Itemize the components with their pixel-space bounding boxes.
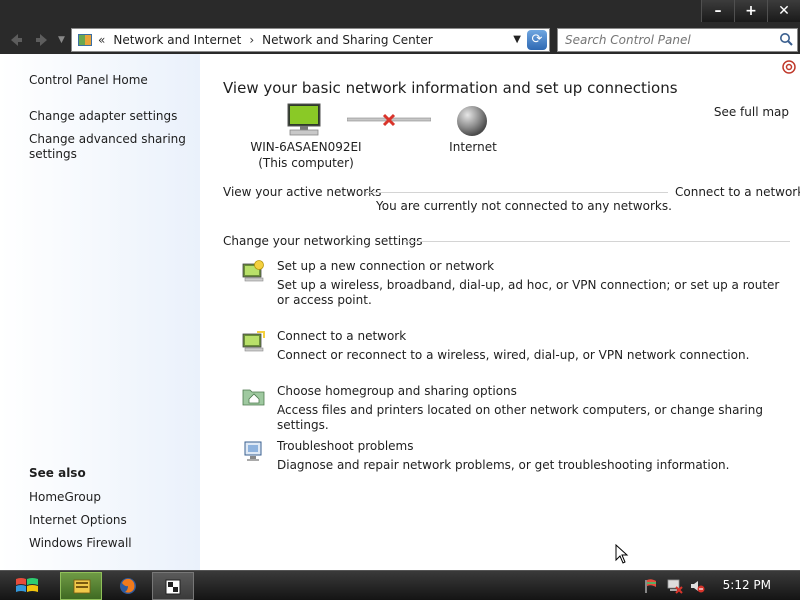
help-icon[interactable]: [782, 60, 796, 74]
forward-arrow-icon[interactable]: [32, 29, 54, 51]
new-connection-icon: [242, 260, 264, 282]
control-panel-icon: [165, 579, 181, 595]
computer-name: WIN-6ASAEN092EI: [250, 140, 362, 154]
address-bar[interactable]: « Network and Internet › Network and Sha…: [71, 28, 550, 52]
connect-network-icon: [242, 331, 265, 352]
mouse-cursor-icon: [615, 544, 629, 564]
taskbar-clock[interactable]: 5:12 PM: [723, 578, 771, 592]
network-disconnected-icon[interactable]: [667, 578, 683, 594]
address-dropdown-icon[interactable]: ▼: [513, 29, 521, 51]
breadcrumb-network-internet[interactable]: Network and Internet: [107, 33, 247, 47]
task-title-link[interactable]: Choose homegroup and sharing options: [277, 384, 517, 398]
see-also-heading: See also: [29, 466, 86, 480]
breadcrumb-overflow[interactable]: «: [92, 33, 107, 47]
minimize-button[interactable]: –: [701, 0, 734, 22]
task-description: Diagnose and repair network problems, or…: [277, 458, 730, 472]
homegroup-icon: [242, 389, 265, 406]
action-center-flag-icon[interactable]: [643, 578, 659, 594]
windows-start-icon[interactable]: [14, 574, 40, 598]
disconnect-x-icon: [382, 113, 396, 127]
main-content: View your basic network information and …: [200, 54, 800, 570]
explorer-folder-icon: [73, 579, 91, 594]
windows-firewall-link[interactable]: Windows Firewall: [29, 536, 194, 551]
volume-muted-icon[interactable]: [689, 578, 705, 594]
task-title-link[interactable]: Troubleshoot problems: [277, 439, 413, 453]
search-input[interactable]: [558, 29, 768, 51]
task-title-link[interactable]: Set up a new connection or network: [277, 259, 494, 273]
taskbar: 5:12 PM: [0, 570, 800, 600]
task-title-link[interactable]: Connect to a network: [277, 329, 406, 343]
change-adapter-settings-link[interactable]: Change adapter settings: [29, 109, 194, 124]
divider: [404, 241, 790, 242]
refresh-icon[interactable]: ⟳: [527, 30, 547, 50]
networking-settings-heading: Change your networking settings: [223, 234, 423, 248]
recent-pages-dropdown[interactable]: ▼: [58, 30, 65, 50]
change-advanced-sharing-link[interactable]: Change advanced sharing settings: [29, 132, 194, 162]
task-description: Connect or reconnect to a wireless, wire…: [277, 348, 750, 362]
divider: [366, 192, 668, 193]
computer-caption: (This computer): [258, 156, 354, 170]
search-icon[interactable]: [779, 32, 793, 46]
taskbar-explorer-button[interactable]: [60, 572, 102, 600]
search-box[interactable]: [557, 28, 798, 52]
window-titlebar: – + ✕: [0, 0, 800, 26]
internet-options-link[interactable]: Internet Options: [29, 513, 194, 528]
breadcrumb-network-sharing-center[interactable]: Network and Sharing Center: [256, 33, 439, 47]
active-networks-heading: View your active networks: [223, 185, 382, 199]
left-pane: Control Panel Home Change adapter settin…: [0, 54, 200, 570]
breadcrumb-separator[interactable]: ›: [247, 33, 256, 47]
troubleshoot-icon: [244, 441, 262, 461]
maximize-button[interactable]: +: [734, 0, 767, 22]
not-connected-status: You are currently not connected to any n…: [376, 199, 672, 213]
window-controls: – + ✕: [701, 0, 800, 22]
page-title: View your basic network information and …: [223, 79, 678, 97]
firefox-icon: [120, 578, 136, 594]
computer-icon[interactable]: [286, 103, 322, 137]
internet-globe-icon[interactable]: [456, 105, 488, 137]
task-description: Access files and printers located on oth…: [277, 403, 763, 432]
computer-label: WIN-6ASAEN092EI (This computer): [240, 139, 372, 171]
task-description: Set up a wireless, broadband, dial-up, a…: [277, 278, 780, 307]
internet-label: Internet: [449, 140, 497, 154]
taskbar-firefox-button[interactable]: [106, 572, 148, 600]
connect-to-network-link[interactable]: Connect to a network: [675, 185, 800, 199]
taskbar-control-panel-button[interactable]: [152, 572, 194, 600]
back-arrow-icon[interactable]: [4, 29, 26, 51]
navigation-toolbar: ▼ « Network and Internet › Network and S…: [0, 26, 800, 54]
see-full-map-link[interactable]: See full map: [714, 105, 789, 119]
close-button[interactable]: ✕: [767, 0, 800, 22]
control-panel-home-link[interactable]: Control Panel Home: [29, 73, 194, 88]
control-panel-icon: [78, 34, 92, 46]
homegroup-link[interactable]: HomeGroup: [29, 490, 194, 505]
